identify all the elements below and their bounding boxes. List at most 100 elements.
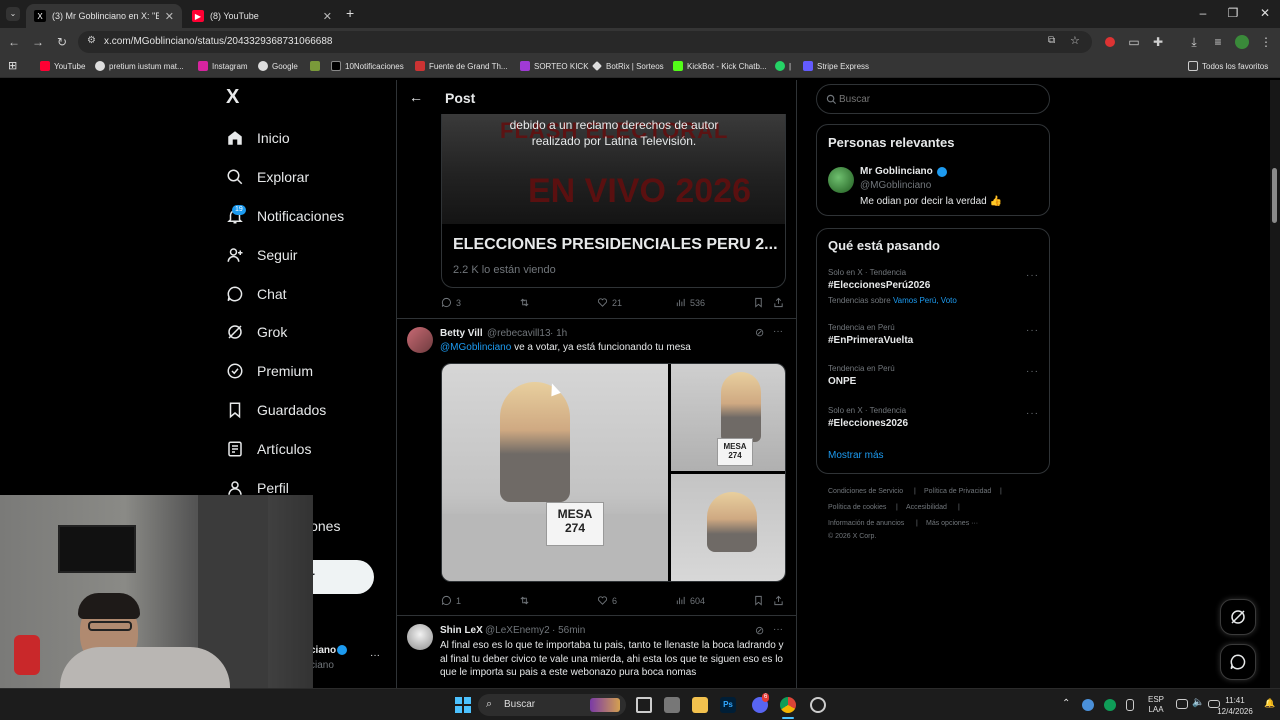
like-button[interactable]: 6 (597, 595, 617, 606)
reply-time[interactable]: · 1h (550, 328, 567, 339)
nav-item-premium[interactable]: Premium (226, 356, 313, 386)
views-button[interactable]: 604 (675, 595, 705, 606)
bookmark-button[interactable] (753, 297, 768, 308)
file-explorer-icon[interactable] (692, 697, 708, 713)
tray-icon[interactable] (1104, 699, 1116, 711)
bookmark-sorteo-kick[interactable]: SORTEO KICK (520, 61, 589, 71)
trend-item[interactable]: #Elecciones2026 (828, 418, 908, 429)
bookmark-stripe[interactable]: Stripe Express (803, 61, 869, 71)
bookmark-grand-theft[interactable]: Fuente de Grand Th... (415, 61, 508, 71)
show-more-link[interactable]: Mostrar más (828, 450, 884, 461)
page-scrollbar[interactable] (1270, 80, 1280, 688)
x-logo-icon[interactable]: X (226, 86, 239, 109)
media-image-main[interactable]: MESA 274 (442, 364, 668, 581)
tab-x-post[interactable]: X (3) Mr Goblinciano en X: "Buen ✕ (26, 4, 182, 28)
share-button[interactable] (773, 297, 788, 308)
like-button[interactable]: 21 (597, 297, 622, 308)
bookmark-button[interactable] (753, 595, 768, 606)
reply-avatar[interactable] (407, 327, 433, 353)
media-control-icon[interactable]: ≡ (1210, 34, 1226, 50)
extensions-puzzle-icon[interactable]: ✚ (1150, 34, 1166, 50)
nav-item-seguir[interactable]: Seguir (226, 240, 297, 270)
bookmark-extension[interactable] (310, 61, 324, 71)
views-button[interactable]: 536 (675, 297, 705, 308)
grok-reply-icon[interactable]: ⊘ (755, 326, 764, 339)
bookmark-youtube[interactable]: YouTube (40, 61, 85, 71)
repost-button[interactable] (519, 297, 534, 308)
nav-item-grok[interactable]: Grok (226, 317, 287, 347)
back-button[interactable]: ← (409, 89, 423, 105)
extension-icon[interactable]: ▭ (1126, 34, 1142, 50)
reply-time[interactable]: · 56min (552, 625, 585, 636)
bookmark-kickbot[interactable]: KickBot - Kick Chatb... (673, 61, 767, 71)
photoshop-icon[interactable]: Ps (720, 697, 736, 713)
windows-start-icon[interactable] (455, 697, 471, 713)
bookmark-botrix[interactable]: BotRix | Sorteos (592, 61, 664, 71)
new-tab-button[interactable]: + (346, 5, 354, 21)
grok-reply-icon[interactable]: ⊘ (755, 624, 764, 637)
minimize-icon[interactable]: – (1188, 6, 1218, 20)
reply-media-grid[interactable]: MESA 274 MESA 274 (441, 363, 786, 582)
bookmark-10notificaciones[interactable]: 10Notificaciones (331, 61, 404, 71)
notification-bell-icon[interactable]: 🔔 (1264, 698, 1275, 709)
relevant-name[interactable]: Mr Goblinciano (860, 166, 933, 177)
close-tab-icon[interactable]: ✕ (159, 10, 174, 23)
search-input[interactable] (839, 91, 1039, 107)
back-icon[interactable]: ← (6, 34, 22, 50)
nav-item-chat[interactable]: Chat (226, 279, 287, 309)
site-info-icon[interactable]: ⚙ (87, 35, 96, 46)
reply-author-name[interactable]: Shin LeX (440, 625, 483, 636)
extension-red-icon[interactable] (1102, 34, 1118, 50)
bookmark-whatsapp[interactable]: | (775, 61, 791, 71)
input-language[interactable]: ESP LAA (1148, 695, 1164, 715)
reply-author-handle[interactable]: @rebecavill13 (487, 328, 551, 339)
trend-item[interactable]: #EleccionesPerú2026 (828, 280, 930, 291)
video-card[interactable]: FLASH ELECTORAL EN VIVO 2026 debido a un… (441, 114, 786, 288)
task-view-icon[interactable] (636, 697, 652, 713)
account-name[interactable]: ciano (310, 645, 336, 656)
all-bookmarks[interactable]: Todos los favoritos (1188, 61, 1268, 71)
repost-button[interactable] (519, 595, 534, 606)
app-icon[interactable] (664, 697, 680, 713)
reply-button[interactable]: 1 (441, 595, 461, 606)
media-image-top-right[interactable]: MESA 274 (671, 364, 785, 471)
address-bar[interactable]: ⚙ x.com/MGoblinciano/status/204332936873… (78, 31, 1092, 53)
share-button[interactable] (773, 595, 788, 606)
reply-avatar[interactable] (407, 624, 433, 650)
relevant-avatar[interactable] (828, 167, 854, 193)
tray-icon[interactable] (1082, 699, 1094, 711)
messages-floating-button[interactable] (1220, 644, 1256, 680)
reply-more-icon[interactable]: ··· (773, 624, 783, 635)
trend-more-icon[interactable]: ··· (1026, 325, 1039, 336)
bookmark-pretium[interactable]: pretium iustum mat... (95, 61, 184, 71)
chrome-menu-icon[interactable]: ⋮ (1258, 34, 1274, 50)
trend-more-icon[interactable]: ··· (1026, 408, 1039, 419)
footer-link[interactable]: Condiciones de Servicio (828, 488, 903, 495)
clock[interactable]: 11:41 12/4/2026 (1210, 695, 1260, 717)
close-tab-icon[interactable]: ✕ (317, 10, 332, 23)
footer-link[interactable]: Más opciones ··· (926, 520, 978, 527)
media-image-bottom-right[interactable] (671, 474, 785, 581)
footer-link[interactable]: Política de cookies (828, 504, 886, 511)
mention-link[interactable]: @MGoblinciano (440, 342, 511, 353)
tray-chevron-icon[interactable]: ⌃ (1062, 698, 1070, 709)
nav-item-articulos[interactable]: Artículos (226, 434, 311, 464)
restore-icon[interactable]: ❐ (1218, 6, 1248, 20)
trend-item[interactable]: #EnPrimeraVuelta (828, 335, 913, 346)
video-title[interactable]: ELECCIONES PRESIDENCIALES PERU 2... (453, 236, 778, 254)
close-window-icon[interactable]: ✕ (1250, 6, 1280, 20)
bookmark-google[interactable]: Google (258, 61, 298, 71)
trend-more-icon[interactable]: ··· (1026, 270, 1039, 281)
tray-icon[interactable] (1126, 699, 1134, 711)
bookmark-star-icon[interactable]: ☆ (1070, 34, 1080, 47)
network-icon[interactable] (1176, 699, 1188, 709)
apps-icon[interactable]: ⊞ (8, 59, 17, 72)
reply-more-icon[interactable]: ··· (773, 326, 783, 337)
search-box[interactable] (816, 84, 1050, 114)
reply-author-name[interactable]: Betty Vill (440, 328, 483, 339)
tab-search-button[interactable]: ⌄ (6, 7, 20, 21)
nav-item-inicio[interactable]: Inicio (226, 123, 290, 153)
nav-item-explorar[interactable]: Explorar (226, 162, 309, 192)
bookmark-instagram[interactable]: Instagram (198, 61, 248, 71)
scrollbar-thumb[interactable] (1272, 168, 1277, 223)
